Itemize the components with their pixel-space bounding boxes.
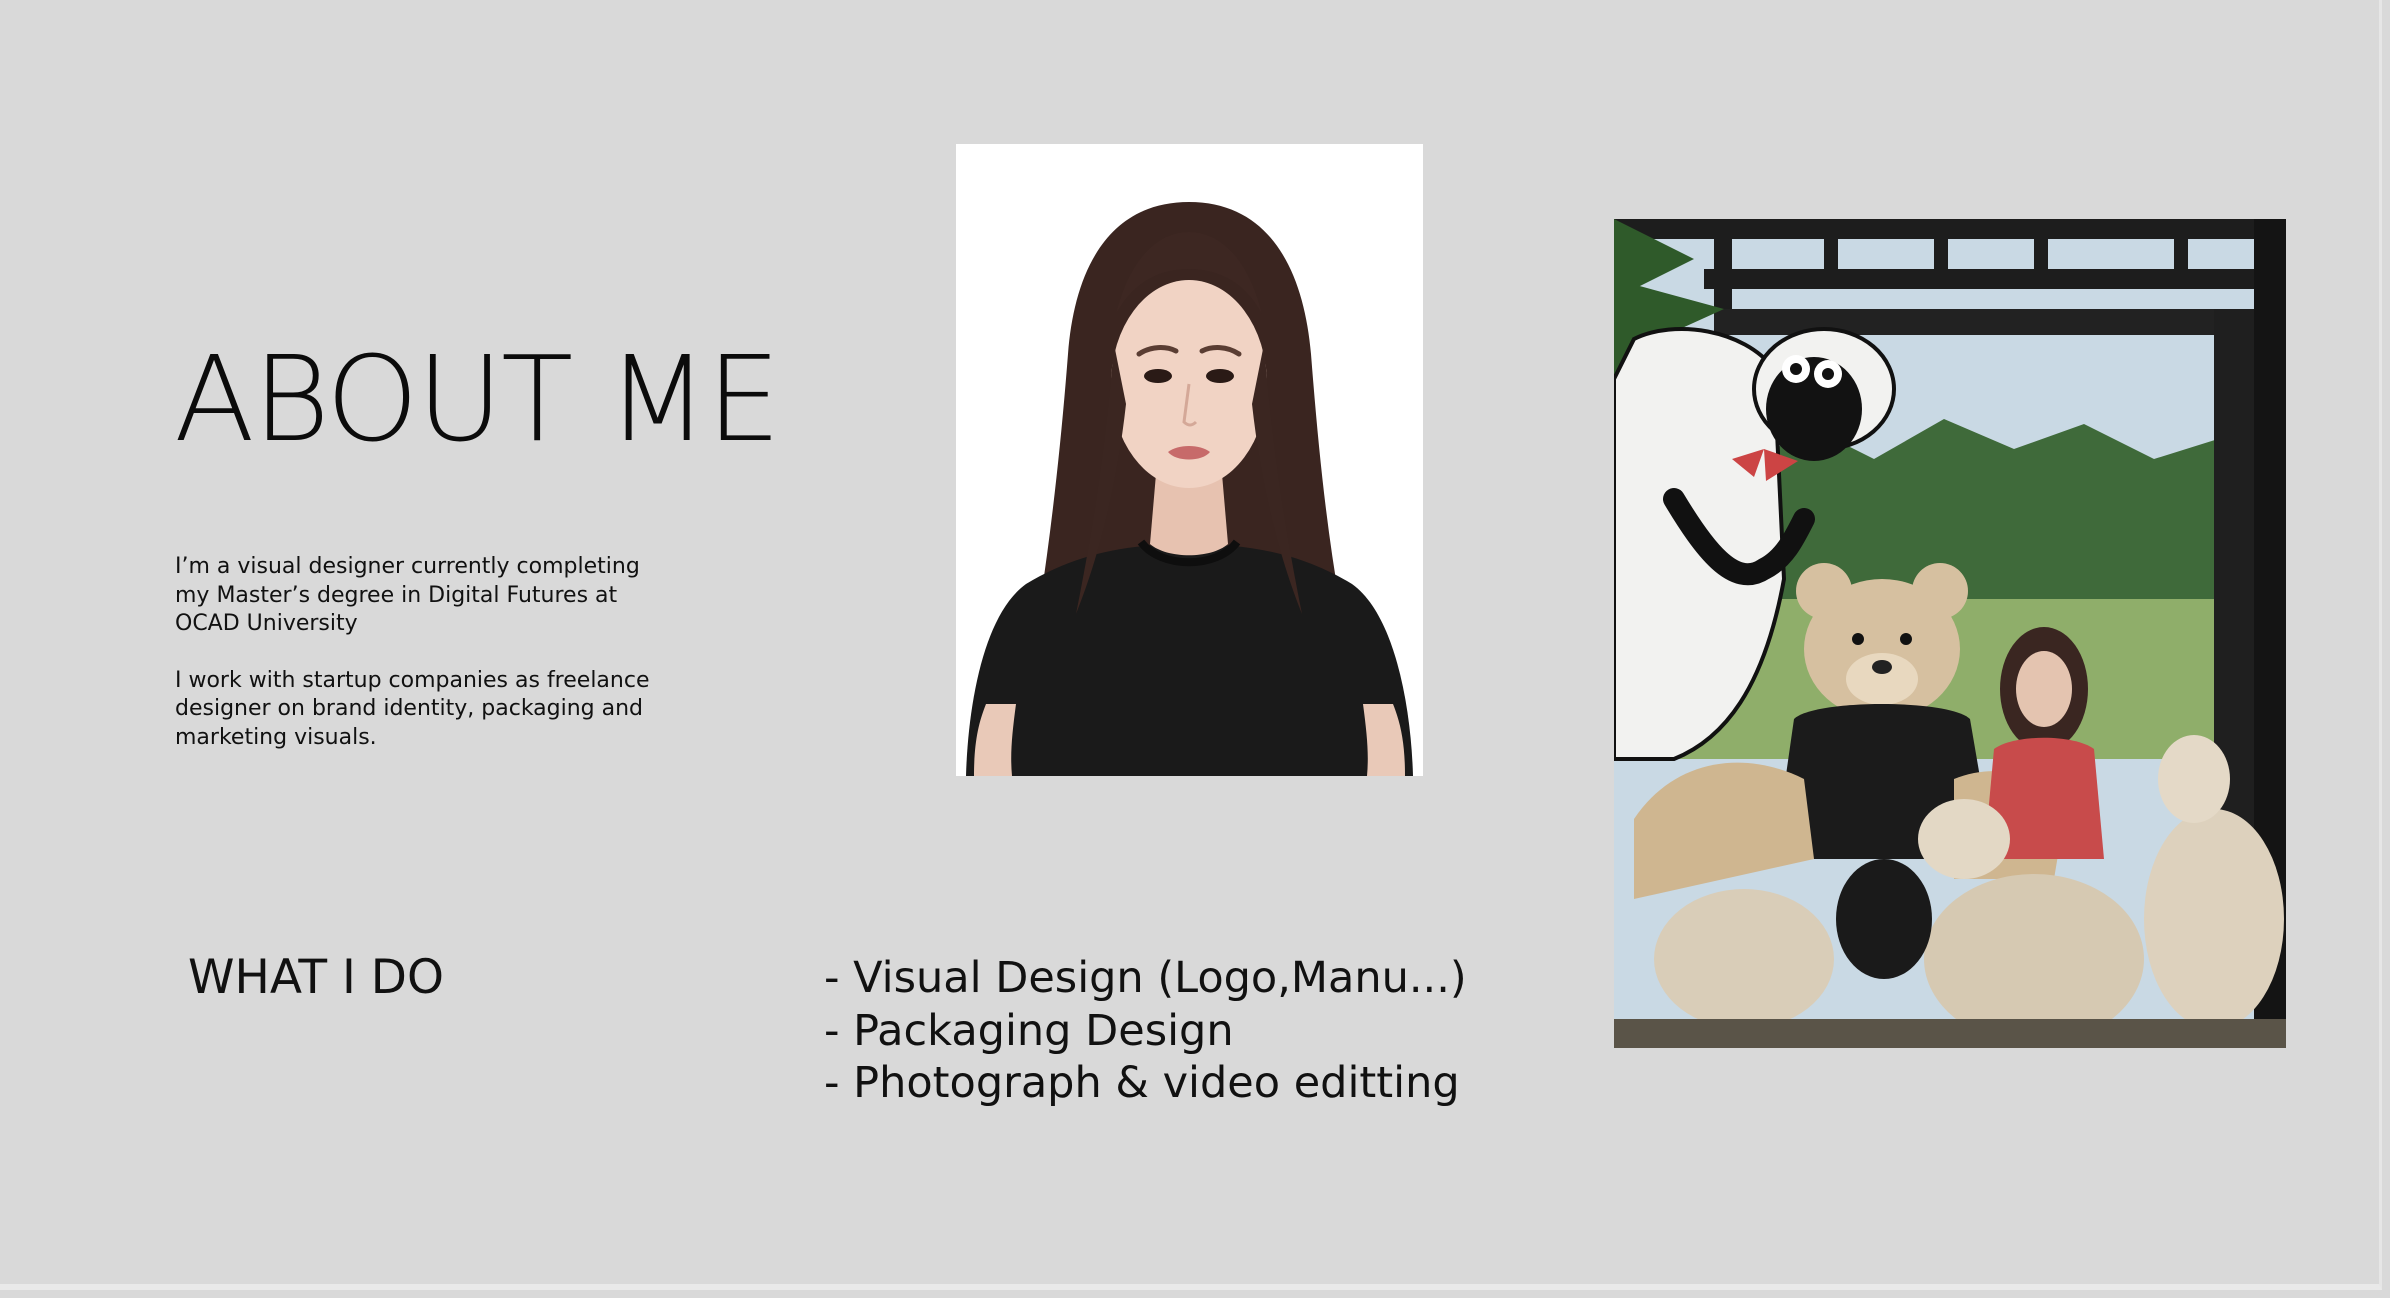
page-title: ABOUT ME bbox=[174, 330, 781, 468]
service-item-visual-design: - Visual Design (Logo,Manu...) bbox=[824, 953, 1467, 1003]
service-item-photo-video: - Photograph & video editting bbox=[824, 1058, 1460, 1108]
about-me-slide: ABOUT ME I’m a visual designer currently… bbox=[0, 0, 2382, 1290]
bio-paragraph-1: I’m a visual designer currently completi… bbox=[175, 554, 640, 637]
bio-paragraph-2: I work with startup companies as freelan… bbox=[175, 667, 650, 750]
portrait-photo bbox=[956, 144, 1423, 776]
services-list: - Visual Design (Logo,Manu...) - Packagi… bbox=[824, 952, 1467, 1110]
bio-text: I’m a visual designer currently completi… bbox=[175, 553, 675, 753]
what-i-do-heading: WHAT I DO bbox=[188, 950, 444, 1005]
service-item-packaging-design: - Packaging Design bbox=[824, 1005, 1234, 1056]
teddy-bear-sheep-photo bbox=[1614, 219, 2286, 1048]
